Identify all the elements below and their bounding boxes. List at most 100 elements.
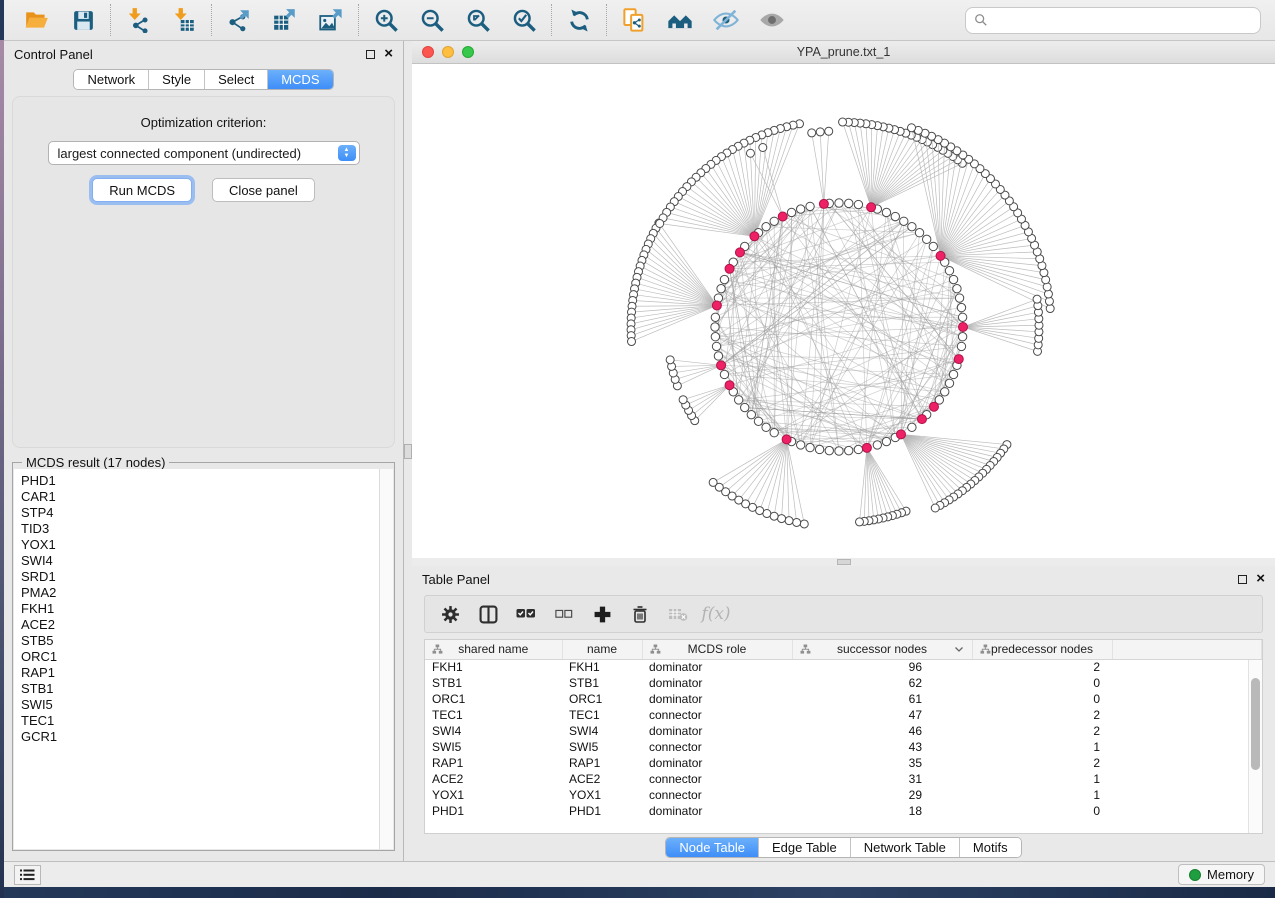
network-satellite-node[interactable] — [785, 517, 793, 525]
mcds-result-item[interactable]: CAR1 — [21, 489, 393, 505]
network-satellite-node[interactable] — [908, 124, 916, 132]
cell-filler[interactable] — [1112, 803, 1262, 819]
tab-mcds[interactable]: MCDS — [268, 70, 332, 89]
cell-mcds-role[interactable]: connector — [642, 707, 792, 723]
table-row[interactable]: YOX1YOX1connector291 — [425, 787, 1262, 803]
first-neighbors-button[interactable] — [665, 5, 695, 35]
network-window-titlebar[interactable]: YPA_prune.txt_1 — [412, 41, 1275, 64]
show-all-button[interactable] — [757, 5, 787, 35]
network-hub-node[interactable] — [862, 443, 871, 452]
cell-mcds-role[interactable]: dominator — [642, 675, 792, 691]
network-satellite-node[interactable] — [770, 512, 778, 520]
cell-shared-name[interactable]: ACE2 — [425, 771, 562, 787]
cell-filler[interactable] — [1112, 755, 1262, 771]
network-node[interactable] — [955, 294, 963, 302]
network-node[interactable] — [854, 445, 862, 453]
network-node[interactable] — [796, 441, 804, 449]
cell-filler[interactable] — [1112, 707, 1262, 723]
hide-selected-button[interactable] — [711, 5, 741, 35]
table-row[interactable]: SWI4SWI4dominator462 — [425, 723, 1262, 739]
close-panel-icon[interactable]: × — [1256, 574, 1265, 584]
network-hub-node[interactable] — [725, 264, 734, 273]
cell-predecessor-nodes[interactable]: 0 — [972, 675, 1112, 691]
network-node[interactable] — [741, 403, 749, 411]
network-node[interactable] — [945, 267, 953, 275]
copy-network-button[interactable] — [619, 5, 649, 35]
network-satellite-node[interactable] — [666, 356, 674, 364]
cell-successor-nodes[interactable]: 18 — [792, 803, 972, 819]
tab-style[interactable]: Style — [149, 70, 205, 89]
network-satellite-node[interactable] — [855, 518, 863, 526]
network-hub-node[interactable] — [954, 355, 963, 364]
network-satellite-node[interactable] — [759, 144, 767, 152]
table-row[interactable]: ORC1ORC1dominator610 — [425, 691, 1262, 707]
network-node[interactable] — [835, 199, 843, 207]
cell-mcds-role[interactable]: dominator — [642, 755, 792, 771]
table-settings-button[interactable] — [431, 597, 469, 631]
network-node[interactable] — [717, 284, 725, 292]
splitter-grip[interactable] — [837, 559, 851, 565]
cell-mcds-role[interactable]: connector — [642, 739, 792, 755]
cell-mcds-role[interactable]: dominator — [642, 691, 792, 707]
export-table-button[interactable] — [270, 5, 300, 35]
cell-name[interactable]: ORC1 — [562, 691, 642, 707]
float-panel-icon[interactable] — [1238, 575, 1247, 584]
network-node[interactable] — [711, 313, 719, 321]
network-hub-node[interactable] — [782, 435, 791, 444]
network-hub-node[interactable] — [959, 323, 968, 332]
table-row[interactable]: TEC1TEC1connector472 — [425, 707, 1262, 723]
cell-mcds-role[interactable]: connector — [642, 787, 792, 803]
cell-shared-name[interactable]: SWI4 — [425, 723, 562, 739]
network-satellite-node[interactable] — [1046, 305, 1054, 313]
window-zoom-light[interactable] — [462, 46, 474, 58]
run-mcds-button[interactable]: Run MCDS — [92, 178, 192, 202]
tab-network-table[interactable]: Network Table — [851, 838, 960, 857]
open-session-button[interactable] — [22, 5, 52, 35]
show-columns-button[interactable] — [469, 597, 507, 631]
network-satellite-node[interactable] — [628, 338, 636, 346]
close-panel-button[interactable]: Close panel — [212, 178, 315, 202]
mcds-list-scrollbar[interactable] — [379, 469, 393, 849]
cell-filler[interactable] — [1112, 675, 1262, 691]
network-satellite-node[interactable] — [1045, 297, 1053, 305]
mcds-result-item[interactable]: STP4 — [21, 505, 393, 521]
network-node[interactable] — [787, 208, 795, 216]
network-satellite-node[interactable] — [839, 118, 847, 126]
cell-predecessor-nodes[interactable]: 0 — [972, 691, 1112, 707]
mcds-result-item[interactable]: SRD1 — [21, 569, 393, 585]
network-node[interactable] — [806, 443, 814, 451]
cell-name[interactable]: SWI5 — [562, 739, 642, 755]
network-satellite-node[interactable] — [808, 129, 816, 137]
cell-successor-nodes[interactable]: 96 — [792, 659, 972, 675]
cell-mcds-role[interactable]: connector — [642, 771, 792, 787]
network-satellite-node[interactable] — [656, 220, 664, 228]
network-node[interactable] — [845, 446, 853, 454]
column-header-predecessor-nodes[interactable]: predecessor nodes — [972, 640, 1112, 659]
network-node[interactable] — [949, 275, 957, 283]
apply-layout-button[interactable] — [564, 5, 594, 35]
network-node[interactable] — [845, 199, 853, 207]
mcds-result-item[interactable]: GCR1 — [21, 729, 393, 745]
add-button[interactable] — [583, 597, 621, 631]
network-node[interactable] — [754, 417, 762, 425]
network-node[interactable] — [957, 303, 965, 311]
network-hub-node[interactable] — [819, 199, 828, 208]
column-header-name[interactable]: name — [562, 640, 642, 659]
save-session-button[interactable] — [68, 5, 98, 35]
table-row[interactable]: STB1STB1dominator620 — [425, 675, 1262, 691]
cell-predecessor-nodes[interactable]: 1 — [972, 787, 1112, 803]
cell-predecessor-nodes[interactable]: 1 — [972, 771, 1112, 787]
mcds-result-item[interactable]: PHD1 — [21, 473, 393, 489]
cell-successor-nodes[interactable]: 46 — [792, 723, 972, 739]
mcds-result-item[interactable]: STB1 — [21, 681, 393, 697]
network-satellite-node[interactable] — [793, 518, 801, 526]
cell-shared-name[interactable]: PHD1 — [425, 803, 562, 819]
network-hub-node[interactable] — [917, 415, 926, 424]
zoom-selected-button[interactable] — [509, 5, 539, 35]
window-minimize-light[interactable] — [442, 46, 454, 58]
cell-mcds-role[interactable]: dominator — [642, 803, 792, 819]
network-node[interactable] — [949, 370, 957, 378]
search-box[interactable] — [965, 7, 1261, 34]
mcds-result-item[interactable]: RAP1 — [21, 665, 393, 681]
network-node[interactable] — [770, 217, 778, 225]
